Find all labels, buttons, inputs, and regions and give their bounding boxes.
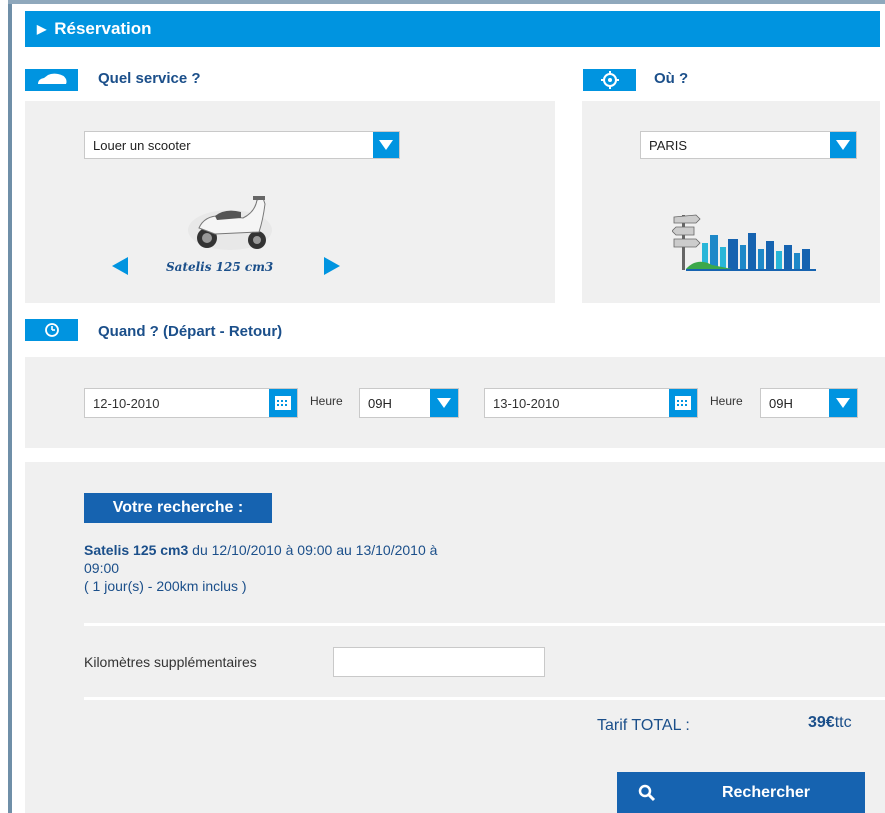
summary-details: ( 1 jour(s) - 200km inclus ) bbox=[84, 578, 247, 594]
search-summary: Satelis 125 cm3 du 12/10/2010 à 09:00 au… bbox=[84, 541, 584, 595]
when-section-label: Quand ? (Départ - Retour) bbox=[98, 323, 283, 340]
depart-heure-label: Heure bbox=[310, 394, 343, 408]
depart-date-value: 12-10-2010 bbox=[93, 395, 160, 411]
depart-heure-select[interactable]: 09H bbox=[359, 388, 459, 418]
magnifier-icon bbox=[617, 784, 677, 802]
summary-dates-line2: 09:00 bbox=[84, 560, 120, 576]
total-amount: 39€ttc bbox=[808, 714, 852, 732]
reservation-header: ▶ Réservation bbox=[25, 11, 880, 47]
page-title: Réservation bbox=[54, 19, 152, 38]
divider bbox=[84, 697, 885, 700]
total-label: Tarif TOTAL : bbox=[597, 717, 690, 734]
extra-km-label: Kilomètres supplémentaires bbox=[84, 654, 257, 670]
total-suffix: ttc bbox=[834, 714, 852, 731]
retour-date-value: 13-10-2010 bbox=[493, 395, 560, 411]
retour-date-input[interactable]: 13-10-2010 bbox=[484, 388, 698, 418]
frame-left-border bbox=[8, 0, 12, 813]
summary-model: Satelis 125 cm3 bbox=[84, 542, 189, 558]
chevron-down-icon[interactable] bbox=[430, 389, 458, 417]
city-select-value: PARIS bbox=[649, 137, 688, 153]
chevron-down-icon[interactable] bbox=[373, 132, 399, 158]
car-icon bbox=[25, 69, 78, 91]
scooter-image bbox=[185, 190, 275, 255]
summary-dates-line1: du 12/10/2010 à 09:00 au 13/10/2010 à bbox=[188, 542, 438, 558]
retour-heure-select[interactable]: 09H bbox=[760, 388, 858, 418]
extra-km-input[interactable] bbox=[333, 647, 545, 677]
next-model-arrow[interactable] bbox=[324, 257, 340, 275]
clock-icon bbox=[25, 319, 78, 341]
city-skyline-image bbox=[671, 205, 822, 275]
city-select[interactable]: PARIS bbox=[640, 131, 857, 159]
search-button-label: Rechercher bbox=[721, 783, 811, 801]
crosshair-icon bbox=[583, 69, 636, 91]
service-select-value: Louer un scooter bbox=[93, 137, 191, 153]
chevron-down-icon[interactable] bbox=[830, 132, 856, 158]
previous-model-arrow[interactable] bbox=[112, 257, 128, 275]
frame-top-border bbox=[8, 0, 885, 4]
service-section-label: Quel service ? bbox=[98, 70, 201, 87]
retour-heure-value: 09H bbox=[769, 395, 793, 411]
retour-heure-label: Heure bbox=[710, 394, 743, 408]
divider bbox=[84, 623, 885, 626]
location-section-label: Où ? bbox=[654, 70, 689, 87]
chevron-down-icon[interactable] bbox=[829, 389, 857, 417]
search-summary-title: Votre recherche : bbox=[84, 493, 272, 523]
total-price: 39€ bbox=[808, 714, 835, 731]
model-name: Satelis 125 cm3 bbox=[166, 260, 274, 274]
triangle-right-icon: ▶ bbox=[37, 22, 47, 36]
calendar-icon[interactable] bbox=[269, 389, 297, 417]
depart-date-input[interactable]: 12-10-2010 bbox=[84, 388, 298, 418]
calendar-icon[interactable] bbox=[669, 389, 697, 417]
search-button[interactable]: Rechercher bbox=[617, 772, 865, 813]
depart-heure-value: 09H bbox=[368, 395, 392, 411]
service-select[interactable]: Louer un scooter bbox=[84, 131, 400, 159]
